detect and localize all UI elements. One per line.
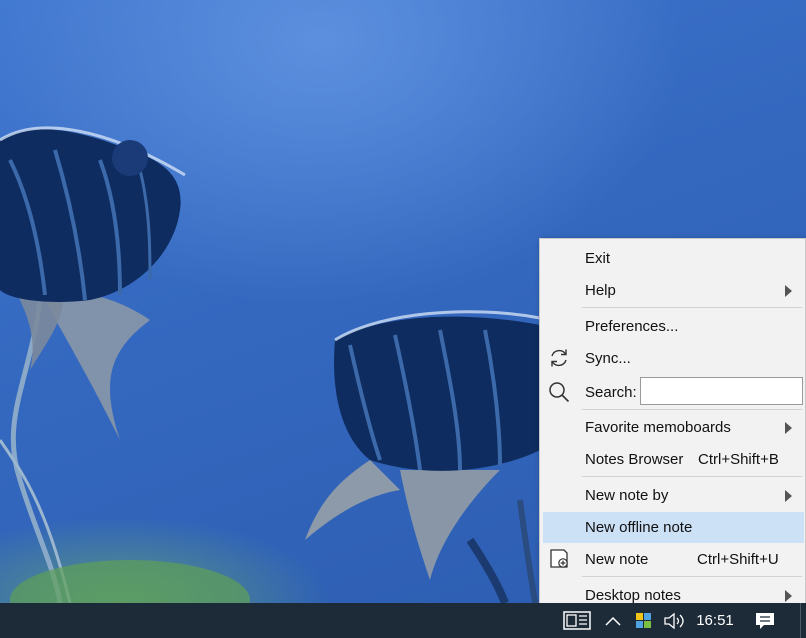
menu-item-preferences[interactable]: Preferences... bbox=[543, 311, 804, 342]
new-note-icon bbox=[550, 549, 568, 568]
menu-separator bbox=[582, 409, 802, 410]
menu-item-label: New note bbox=[585, 551, 649, 568]
menu-item-new-offline-note[interactable]: New offline note bbox=[543, 512, 804, 543]
menu-item-label: Exit bbox=[585, 250, 611, 267]
menu-item-label: Sync... bbox=[585, 350, 631, 367]
menu-item-label: Search: bbox=[585, 384, 637, 401]
menu-separator bbox=[582, 307, 802, 308]
submenu-arrow-icon bbox=[785, 590, 792, 602]
memo-app-icon[interactable] bbox=[560, 603, 594, 638]
menu-item-notes-browser[interactable]: Notes Browser Ctrl+Shift+B bbox=[543, 444, 804, 475]
menu-item-new-note[interactable]: New note Ctrl+Shift+U bbox=[543, 544, 804, 575]
sync-icon bbox=[551, 349, 567, 367]
menu-item-label: Favorite memoboards bbox=[585, 419, 731, 436]
menu-item-shortcut: Ctrl+Shift+U bbox=[697, 551, 779, 568]
volume-icon[interactable] bbox=[660, 603, 688, 638]
menu-separator bbox=[582, 576, 802, 577]
search-icon bbox=[549, 382, 570, 403]
menu-item-sync[interactable]: Sync... bbox=[543, 343, 804, 374]
taskbar-clock[interactable]: 16:51 bbox=[692, 603, 738, 638]
menu-item-shortcut: Ctrl+Shift+B bbox=[698, 451, 779, 468]
menu-item-label: Notes Browser bbox=[585, 451, 684, 468]
submenu-arrow-icon bbox=[785, 490, 792, 502]
network-icon[interactable] bbox=[631, 603, 657, 638]
menu-item-label: New offline note bbox=[585, 519, 693, 536]
notifications-icon[interactable] bbox=[750, 603, 780, 638]
menu-item-favorite-memoboards[interactable]: Favorite memoboards bbox=[543, 412, 804, 443]
chevron-up-icon[interactable] bbox=[600, 603, 626, 638]
menu-item-new-note-by[interactable]: New note by bbox=[543, 480, 804, 511]
menu-item-search: Search: bbox=[543, 377, 804, 408]
show-desktop-button[interactable] bbox=[800, 603, 806, 638]
menu-item-label: New note by bbox=[585, 487, 669, 504]
menu-item-help[interactable]: Help bbox=[543, 275, 804, 306]
submenu-arrow-icon bbox=[785, 285, 792, 297]
context-menu: Exit Help Preferences... Sync... Search:… bbox=[539, 238, 806, 612]
menu-item-label: Help bbox=[585, 282, 616, 299]
menu-item-label: Preferences... bbox=[585, 318, 679, 335]
menu-item-exit[interactable]: Exit bbox=[543, 243, 804, 274]
taskbar: 16:51 bbox=[0, 603, 806, 638]
menu-separator bbox=[582, 476, 802, 477]
search-input[interactable] bbox=[640, 377, 803, 405]
submenu-arrow-icon bbox=[785, 422, 792, 434]
